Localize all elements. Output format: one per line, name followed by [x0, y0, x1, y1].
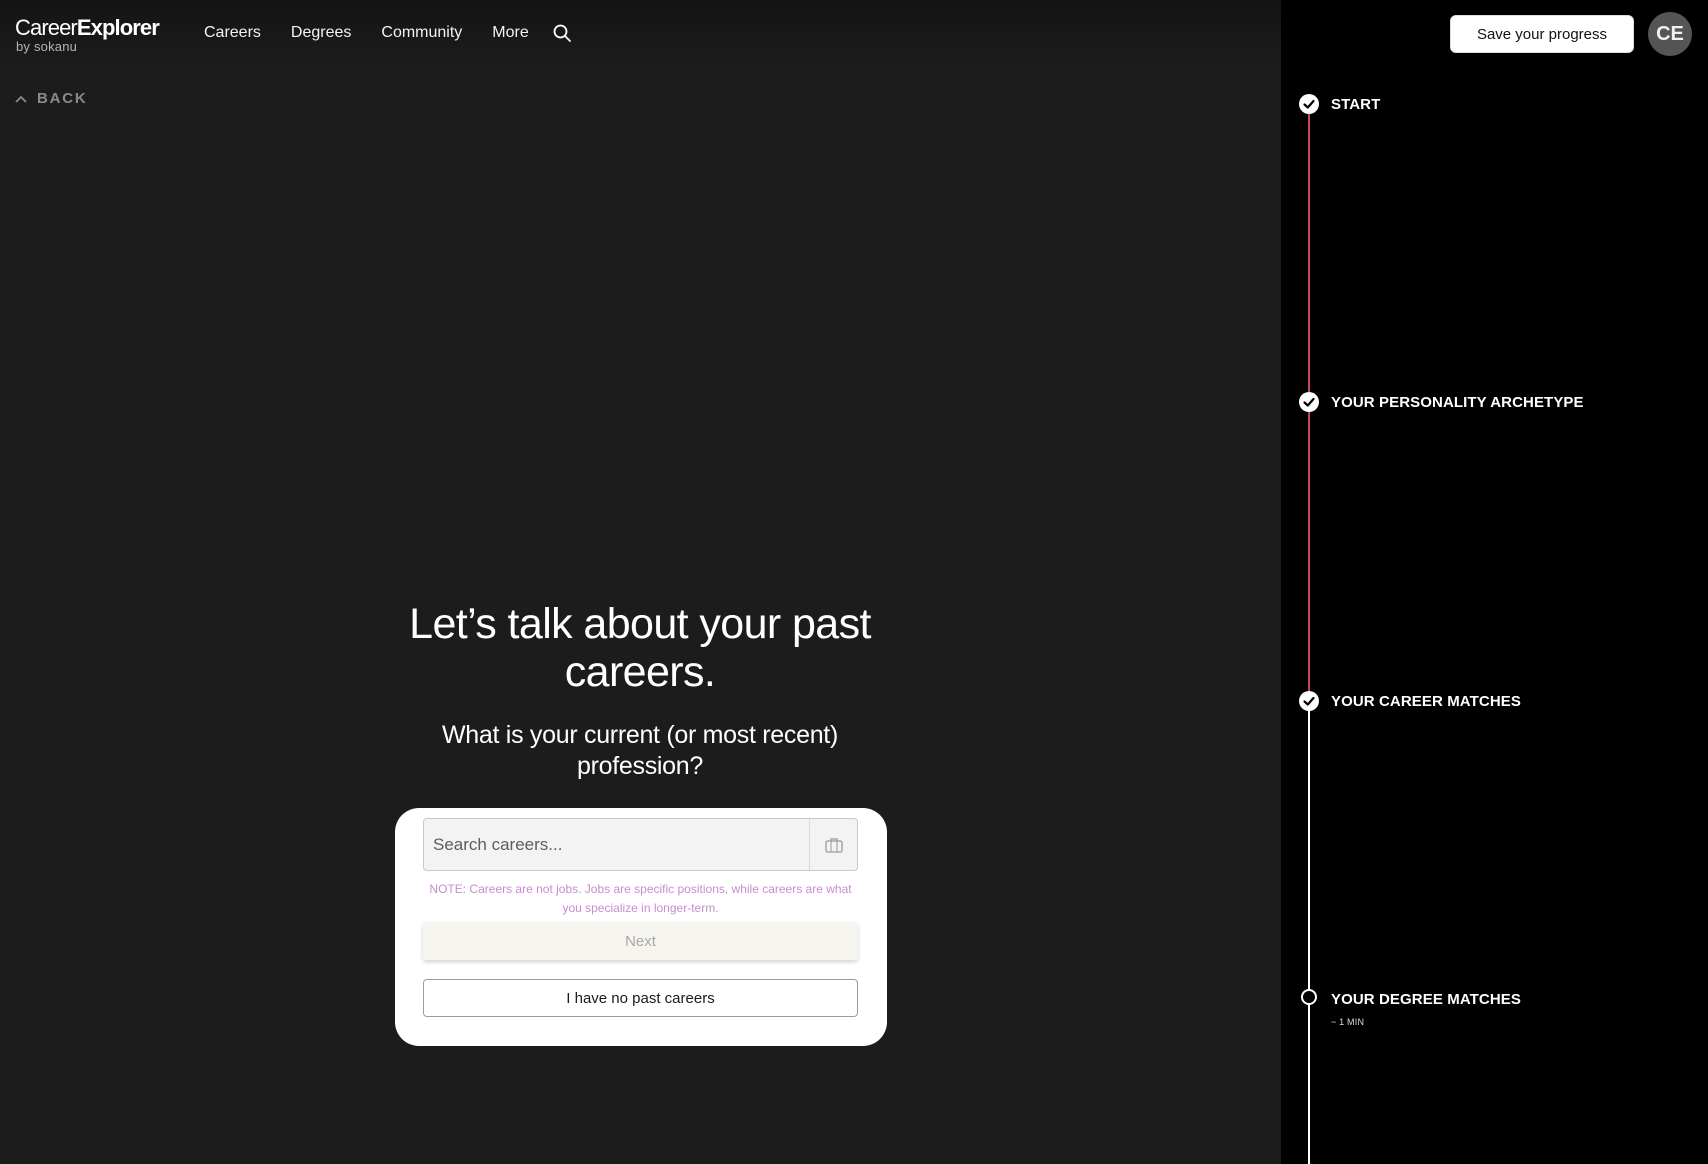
question-headline: Let’s talk about your past careers. — [409, 600, 871, 696]
nav-community[interactable]: Community — [381, 23, 462, 43]
no-past-careers-button[interactable]: I have no past careers — [423, 979, 858, 1017]
logo-subtitle: by sokanu — [16, 39, 78, 54]
career-form-card: NOTE: Careers are not jobs. Jobs are spe… — [395, 808, 887, 1046]
question-subheadline: What is your current (or most recent) pr… — [442, 721, 838, 780]
nav-more[interactable]: More — [492, 23, 528, 43]
step-degree-matches-time: ~ 1 MIN — [1331, 1017, 1365, 1027]
step-personality-label: YOUR PERSONALITY ARCHETYPE — [1331, 394, 1584, 411]
logo-word-explorer: Explorer — [76, 15, 160, 40]
step-check-icon — [1299, 691, 1319, 711]
back-button[interactable]: BACK — [15, 90, 88, 107]
briefcase-icon — [809, 819, 857, 870]
nav-careers[interactable]: Careers — [204, 23, 261, 43]
step-check-icon — [1299, 94, 1319, 114]
career-search-input[interactable] — [424, 819, 809, 870]
page: CareerExplorer by sokanu Careers Degrees… — [0, 0, 1708, 1164]
step-start-label: START — [1331, 96, 1381, 113]
careerexplorer-logo[interactable]: CareerExplorer by sokanu — [15, 15, 160, 54]
progress-panel: Save your progress CE START YOUR PERSONA… — [1281, 0, 1708, 1164]
search-icon[interactable] — [552, 23, 572, 43]
step-pending-circle-icon — [1301, 989, 1317, 1005]
chevron-up-icon — [15, 95, 27, 103]
avatar[interactable]: CE — [1648, 12, 1692, 56]
careers-note: NOTE: Careers are not jobs. Jobs are spe… — [429, 882, 852, 915]
nav-degrees[interactable]: Degrees — [291, 23, 351, 43]
career-search-box — [423, 818, 858, 871]
logo-word-career: Career — [15, 15, 78, 40]
save-progress-button[interactable]: Save your progress — [1450, 15, 1634, 53]
timeline-segment-remaining — [1308, 702, 1310, 1164]
step-check-icon — [1299, 392, 1319, 412]
step-career-matches-label: YOUR CAREER MATCHES — [1331, 693, 1521, 710]
step-degree-matches-label: YOUR DEGREE MATCHES — [1331, 991, 1521, 1008]
top-navigation: CareerExplorer by sokanu Careers Degrees… — [0, 0, 1281, 68]
back-label: BACK — [37, 90, 88, 107]
main-area: CareerExplorer by sokanu Careers Degrees… — [0, 0, 1281, 1164]
next-button[interactable]: Next — [423, 922, 858, 960]
logo-wordmark: CareerExplorer — [15, 15, 160, 40]
main-nav: Careers Degrees Community More — [204, 23, 559, 43]
